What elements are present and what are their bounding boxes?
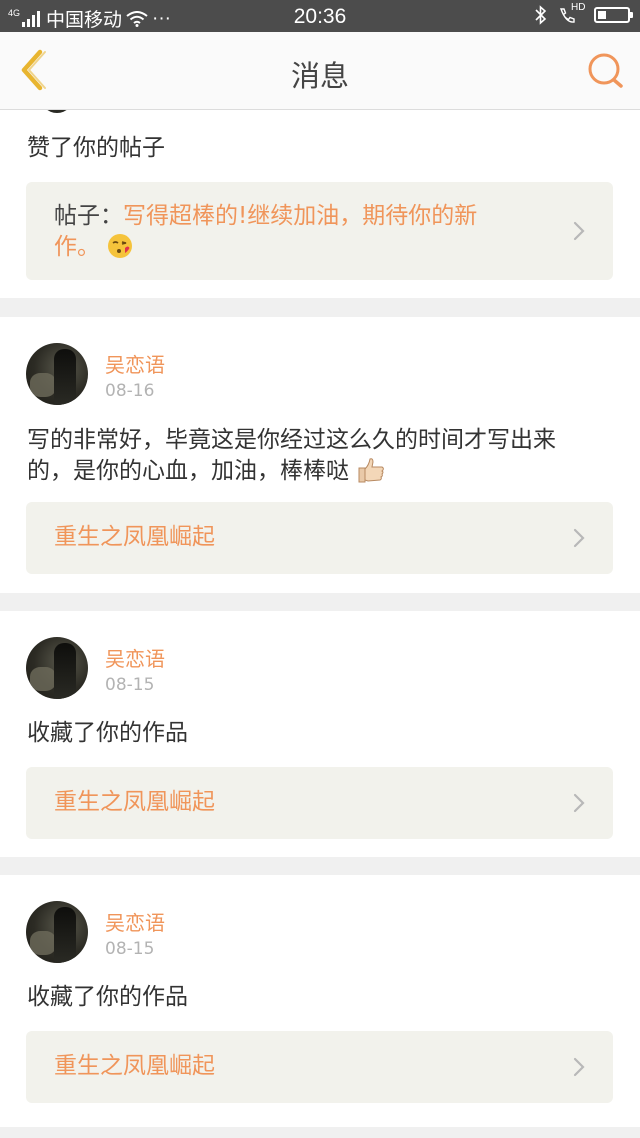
hd-label: HD [571,2,586,13]
timestamp: 08-15 [105,675,155,695]
work-reference[interactable]: 重生之凤凰崛起 [26,767,613,839]
chevron-right-icon [573,528,585,548]
message-line1: 写的非常好，毕竟这是你经过这么久的时间才写出来 [27,427,556,453]
timestamp: 08-16 [105,381,155,401]
post-reference-prefix: 帖子： [54,203,123,229]
message-text: 写的非常好，毕竟这是你经过这么久的时间才写出来 的，是你的心血，加油，棒棒哒 [27,425,610,487]
card-divider [0,298,640,317]
post-reference[interactable]: 帖子：写得超棒的!继续加油，期待你的新 作。 [26,182,613,280]
message-card: 赞了你的帖子 帖子：写得超棒的!继续加油，期待你的新 作。 [0,91,640,298]
card-divider [0,593,640,611]
search-icon [588,53,623,88]
search-button[interactable] [586,51,626,91]
chevron-right-icon [573,1057,585,1077]
bluetooth-icon [535,5,547,25]
username[interactable]: 吴恋语 [105,349,165,378]
username[interactable]: 吴恋语 [105,643,165,672]
message-feed: 赞了你的帖子 帖子：写得超棒的!继续加油，期待你的新 作。 吴恋语 08-16 … [0,91,640,1127]
hd-call-icon: HD [558,2,586,25]
message-text: 收藏了你的作品 [27,720,188,746]
username[interactable]: 吴恋语 [105,907,165,936]
work-title: 重生之凤凰崛起 [54,789,215,815]
battery-level [598,11,606,19]
timestamp: 08-15 [105,939,155,959]
thumbs-up-emoji [358,457,385,482]
avatar[interactable] [26,901,88,963]
post-reference-text: 帖子：写得超棒的!继续加油，期待你的新 作。 [54,201,524,263]
avatar[interactable] [26,637,88,699]
post-reference-line2: 作。 [54,234,100,260]
message-text: 收藏了你的作品 [27,984,188,1010]
message-text: 赞了你的帖子 [27,135,165,161]
message-line2: 的，是你的心血，加油，棒棒哒 [27,458,349,484]
battery-icon [594,7,633,23]
kissing-face-emoji [108,233,133,258]
work-reference[interactable]: 重生之凤凰崛起 [26,502,613,574]
work-reference[interactable]: 重生之凤凰崛起 [26,1031,613,1103]
status-right: HD [534,2,633,25]
message-card: 吴恋语 08-15 收藏了你的作品 重生之凤凰崛起 [0,611,640,857]
message-card: 吴恋语 08-16 写的非常好，毕竟这是你经过这么久的时间才写出来 的，是你的心… [0,317,640,593]
page-title: 消息 [290,59,349,93]
avatar[interactable] [26,343,88,405]
chevron-right-icon [573,221,585,241]
chevron-right-icon [573,793,585,813]
work-title: 重生之凤凰崛起 [54,1053,215,1079]
work-title: 重生之凤凰崛起 [54,524,215,550]
message-card: 吴恋语 08-15 收藏了你的作品 重生之凤凰崛起 [0,875,640,1127]
status-bar: 4G 中国移动 ··· 20:36 HD [0,0,640,32]
post-reference-line1: 写得超棒的!继续加油，期待你的新 [123,203,478,229]
card-divider [0,857,640,875]
app-header: 消息 [0,32,640,110]
